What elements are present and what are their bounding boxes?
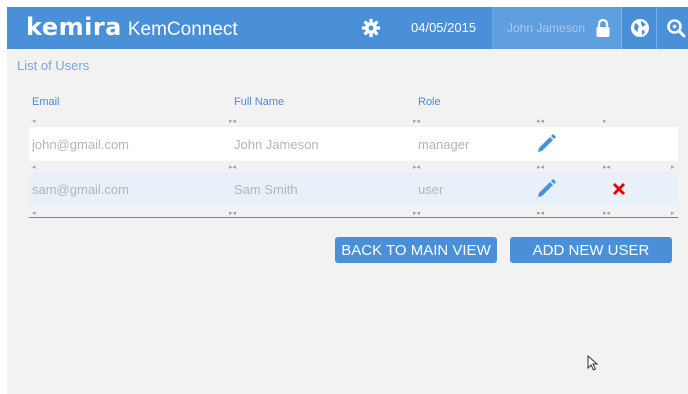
delete-x-icon[interactable] [611,181,627,197]
column-resize-handles[interactable]: ◂ ▸◂ ▸◂ ▸◂ ▸◂ ▸ [29,163,678,171]
user-name: John Jameson [507,21,586,35]
pencil-icon[interactable] [536,177,558,199]
app-window: kemira KemConnect 04/05/2015 John Jameso… [7,7,688,394]
search-button[interactable] [656,7,688,49]
page-title: List of Users [17,58,90,73]
cell-role: user [418,182,444,197]
top-bar: kemira KemConnect 04/05/2015 John Jameso… [7,7,688,49]
brand: kemira KemConnect [26,13,238,43]
search-icon[interactable] [666,18,686,38]
table-bottom-border [29,217,678,218]
cell-full-name: Sam Smith [234,182,298,197]
globe-icon[interactable] [630,18,650,38]
add-new-user-button[interactable]: ADD NEW USER [510,237,672,263]
lock-icon[interactable] [595,18,611,38]
cell-full-name: John Jameson [234,137,319,152]
cell-email: sam@gmail.com [32,182,129,197]
column-header-role[interactable]: Role [418,96,441,108]
pencil-icon[interactable] [536,132,558,154]
user-menu[interactable]: John Jameson [492,7,621,49]
language-button[interactable] [621,7,656,49]
cell-role: manager [418,137,470,152]
gear-icon[interactable] [361,18,381,38]
kemira-logo: kemira [26,13,122,41]
column-header-email[interactable]: Email [32,96,60,108]
column-header-full-name[interactable]: Full Name [234,96,284,108]
mouse-cursor-icon [587,355,599,371]
table-row[interactable]: john@gmail.com John Jameson manager [29,127,678,161]
column-resize-handles[interactable]: ◂ ▸◂ ▸◂ ▸◂ ▸ [29,117,678,125]
cell-email: john@gmail.com [32,137,130,152]
app-name: KemConnect [127,19,238,40]
back-to-main-view-button[interactable]: BACK TO MAIN VIEW [335,237,497,263]
table-row[interactable]: sam@gmail.com Sam Smith user [29,172,678,206]
current-date: 04/05/2015 [411,20,477,35]
column-resize-handles[interactable]: ◂ ▸◂ ▸◂ ▸◂ ▸◂ ▸ [29,209,678,217]
